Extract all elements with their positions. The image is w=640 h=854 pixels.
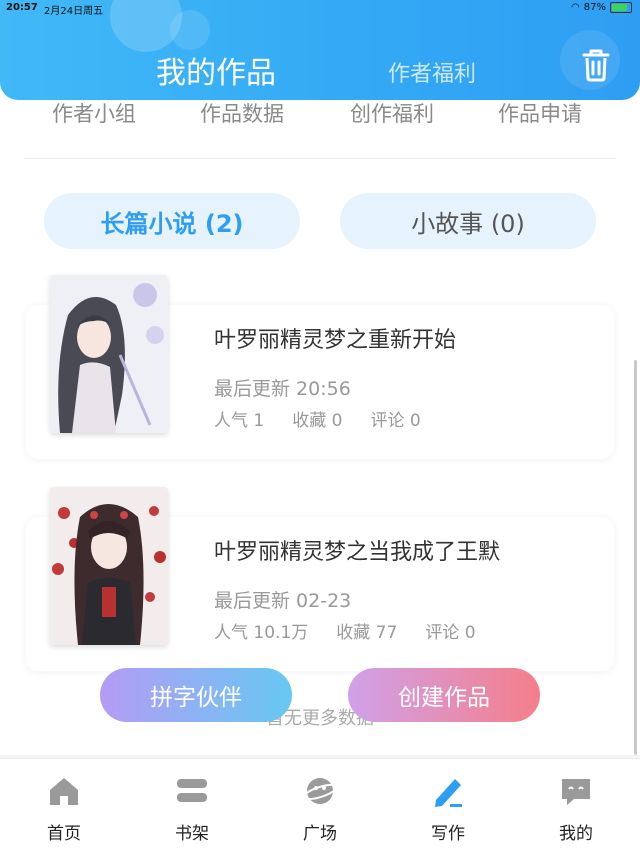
- status-bar: 20:57 2月24日周五 ◠ 87%: [0, 0, 640, 18]
- popularity: 人气 1: [214, 411, 265, 431]
- chat-bubble-icon: [558, 773, 594, 809]
- work-stats: 人气 1 收藏 0 评论 0: [214, 406, 449, 431]
- nav-bookshelf[interactable]: 书架: [152, 773, 232, 844]
- comments: 评论 0: [370, 411, 421, 431]
- wifi-icon: ◠: [571, 2, 580, 13]
- bottom-tab-bar: 首页 书架 广场 写作 我的: [0, 758, 640, 854]
- bookshelf-icon: [174, 773, 210, 809]
- nav-label: 我的: [559, 824, 593, 844]
- nav-label: 书架: [175, 824, 209, 844]
- trash-icon[interactable]: [580, 48, 612, 82]
- planet-icon: [302, 773, 338, 809]
- pen-icon: [430, 773, 466, 809]
- work-title[interactable]: 叶罗丽精灵梦之当我成了王默: [214, 534, 500, 566]
- nav-label: 写作: [431, 824, 465, 844]
- last-updated: 最后更新 02-23: [214, 590, 352, 612]
- book-cover-image[interactable]: [50, 275, 168, 433]
- nav-me[interactable]: 我的: [536, 773, 616, 844]
- nav-write[interactable]: 写作: [408, 773, 488, 844]
- work-title[interactable]: 叶罗丽精灵梦之重新开始: [214, 322, 456, 354]
- battery-icon: [610, 2, 632, 13]
- quick-link-work-data[interactable]: 作品数据: [200, 98, 284, 128]
- quick-link-work-application[interactable]: 作品申请: [498, 98, 582, 128]
- status-date: 2月24日周五: [44, 6, 104, 17]
- favorites: 收藏 0: [292, 411, 343, 431]
- nav-label: 广场: [303, 824, 337, 844]
- partner-button[interactable]: 拼字伙伴: [100, 668, 292, 722]
- tab-short-story[interactable]: 小故事 (0): [340, 193, 596, 249]
- status-time: 20:57: [6, 2, 38, 13]
- nav-label: 首页: [47, 824, 81, 844]
- home-icon: [46, 773, 82, 809]
- favorites: 收藏 77: [336, 623, 398, 643]
- divider: [24, 158, 616, 159]
- scrollbar[interactable]: [634, 360, 637, 755]
- create-work-button[interactable]: 创建作品: [348, 668, 540, 722]
- nav-home[interactable]: 首页: [24, 773, 104, 844]
- work-stats: 人气 10.1万 收藏 77 评论 0: [214, 618, 504, 643]
- nav-square[interactable]: 广场: [280, 773, 360, 844]
- tab-long-novel[interactable]: 长篇小说 (2): [44, 193, 300, 249]
- quick-link-author-group[interactable]: 作者小组: [52, 98, 136, 128]
- last-updated: 最后更新 20:56: [214, 378, 351, 400]
- popularity: 人气 10.1万: [214, 623, 309, 643]
- quick-link-creation-welfare[interactable]: 创作福利: [350, 98, 434, 128]
- book-cover-image[interactable]: [50, 487, 168, 645]
- comments: 评论 0: [425, 623, 476, 643]
- author-welfare-tab[interactable]: 作者福利: [388, 56, 476, 88]
- no-more-data-text: 暂无更多数据: [266, 708, 374, 729]
- page-title[interactable]: 我的作品: [156, 48, 276, 92]
- battery-percent: 87%: [583, 2, 606, 13]
